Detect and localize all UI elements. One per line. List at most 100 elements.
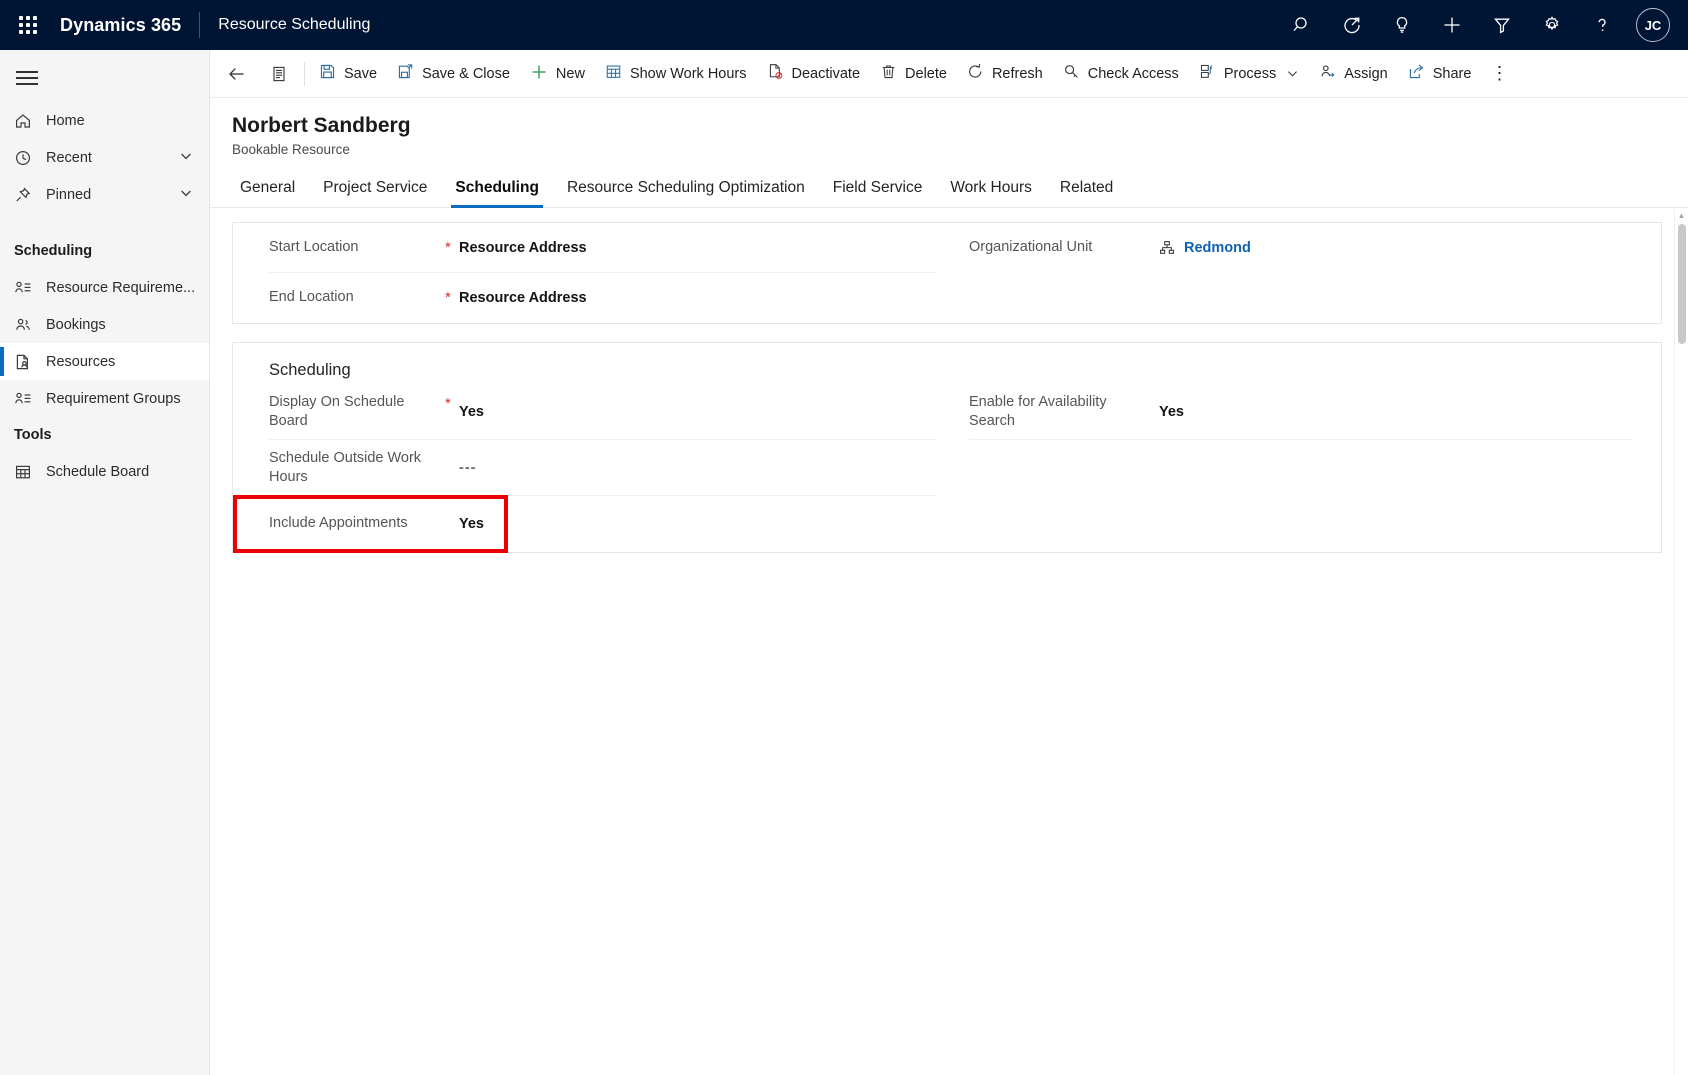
form-tab-list: General Project Service Scheduling Resou… [210,173,1688,209]
share-button[interactable]: Share [1398,54,1482,94]
sidebar-item-label: Requirement Groups [46,390,181,407]
plus-icon[interactable] [1428,0,1476,50]
save-button[interactable]: Save [309,54,387,94]
command-label: New [555,65,585,82]
form-area: Start Location * Resource Address End Lo… [210,208,1688,1075]
sidebar-item-recent[interactable]: Recent [0,139,209,176]
plus-icon [530,63,548,85]
sidebar-item-schedule-board[interactable]: Schedule Board [0,453,209,490]
filter-icon[interactable] [1478,0,1526,50]
form-selector-icon[interactable] [258,54,300,94]
check-access-button[interactable]: Check Access [1053,54,1189,94]
delete-button[interactable]: Delete [870,54,957,94]
section-title: Scheduling [269,361,351,380]
tab-work-hours[interactable]: Work Hours [936,173,1046,207]
clock-icon [14,149,40,167]
search-icon[interactable] [1278,0,1326,50]
field-label: Display On Schedule Board [269,393,405,429]
scheduling-right-column: Enable for Availability Search Yes [947,384,1643,552]
avatar[interactable]: JC [1636,8,1670,42]
sidebar-item-label: Bookings [46,316,106,333]
brand-divider [199,12,201,38]
pin-icon [14,186,40,204]
sidebar-item-pinned[interactable]: Pinned [0,176,209,213]
calendar-icon [605,63,622,84]
tab-field-service[interactable]: Field Service [819,173,937,207]
scheduling-section: Scheduling Display On Schedule Board * Y… [232,342,1662,554]
field-schedule-outside-work-hours[interactable]: Schedule Outside Work Hours --- [269,440,937,497]
lightbulb-icon[interactable] [1378,0,1426,50]
app-launcher-icon[interactable] [8,5,48,45]
command-label: Save [344,65,378,82]
chevron-down-icon[interactable] [179,186,193,204]
process-button[interactable]: Process [1189,54,1309,94]
tab-project-service[interactable]: Project Service [309,173,441,207]
more-commands-icon[interactable]: ⋮ [1481,54,1517,94]
sidebar-group-title-tools: Tools [14,427,52,443]
tab-general[interactable]: General [232,173,309,207]
command-label: Check Access [1087,65,1179,82]
chevron-down-icon[interactable] [1286,67,1299,80]
form-vertical-scrollbar[interactable]: ▲ [1674,208,1688,1075]
org-unit-link-text: Redmond [1184,239,1251,256]
refresh-button[interactable]: Refresh [957,54,1053,94]
save-and-close-button[interactable]: Save & Close [387,54,520,94]
field-end-location[interactable]: End Location * Resource Address [269,273,937,323]
scrollbar-thumb[interactable] [1678,224,1686,345]
sidebar-item-home[interactable]: Home [0,102,209,139]
command-label: Share [1432,65,1472,82]
main-content: Save Save & Close New Show Work Hours De… [210,50,1688,1075]
refresh-icon [967,63,984,84]
deactivate-button[interactable]: Deactivate [757,54,871,94]
field-label: End Location [269,289,354,306]
tab-related[interactable]: Related [1046,173,1127,207]
field-organizational-unit[interactable]: Organizational Unit Redmond [969,223,1633,273]
back-arrow-icon[interactable] [216,54,258,94]
sidebar-item-requirement-groups[interactable]: Requirement Groups [0,380,209,417]
app-area-name: Resource Scheduling [218,16,371,33]
save-icon [319,63,336,84]
sidebar-item-label: Resource Requireme... [46,279,196,296]
scroll-up-arrow-icon[interactable]: ▲ [1675,208,1688,222]
field-start-location[interactable]: Start Location * Resource Address [269,223,937,274]
sidebar-item-label: Home [46,112,85,129]
show-work-hours-button[interactable]: Show Work Hours [595,54,757,94]
location-right-column: Organizational Unit Redmond [947,223,1643,323]
command-bar: Save Save & Close New Show Work Hours De… [210,50,1688,98]
gear-icon[interactable] [1528,0,1576,50]
app-root: Dynamics 365 Resource Scheduling JC Home… [0,0,1688,1075]
tab-scheduling[interactable]: Scheduling [441,173,553,209]
sidebar-item-label: Pinned [46,186,92,203]
sidebar-group-title-scheduling: Scheduling [14,243,93,259]
scheduling-left-column: Display On Schedule Board * Yes Schedule… [251,384,947,552]
field-value: Yes [459,515,484,532]
diagnostics-icon[interactable] [1328,0,1376,50]
chevron-down-icon[interactable] [179,149,193,167]
field-enable-for-availability-search[interactable]: Enable for Availability Search Yes [969,384,1633,441]
save-close-icon [397,63,414,84]
deactivate-icon [767,63,784,84]
sidebar-item-resources[interactable]: Resources [0,343,209,380]
sidebar-item-label: Schedule Board [46,463,150,480]
org-unit-icon [1159,240,1175,256]
field-value: Yes [459,403,484,420]
resource-icon [14,353,40,371]
sidebar-item-bookings[interactable]: Bookings [0,306,209,343]
field-display-on-schedule-board[interactable]: Display On Schedule Board * Yes [269,384,937,441]
field-label: Start Location [269,239,359,256]
sidebar-item-resource-requirements[interactable]: Resource Requireme... [0,269,209,306]
help-icon[interactable] [1578,0,1626,50]
trash-icon [880,63,897,84]
new-button[interactable]: New [520,54,595,94]
person-list-icon [14,390,40,408]
process-icon [1199,63,1216,84]
tab-resource-scheduling-optimization[interactable]: Resource Scheduling Optimization [553,173,819,207]
field-include-appointments[interactable]: Include Appointments Yes [269,496,937,552]
hamburger-menu-icon[interactable] [0,54,209,102]
command-label: Save & Close [422,65,510,82]
field-value[interactable]: Redmond [1159,240,1633,256]
command-label: Assign [1344,65,1388,82]
command-label: Process [1223,65,1277,82]
assign-button[interactable]: Assign [1309,54,1398,94]
